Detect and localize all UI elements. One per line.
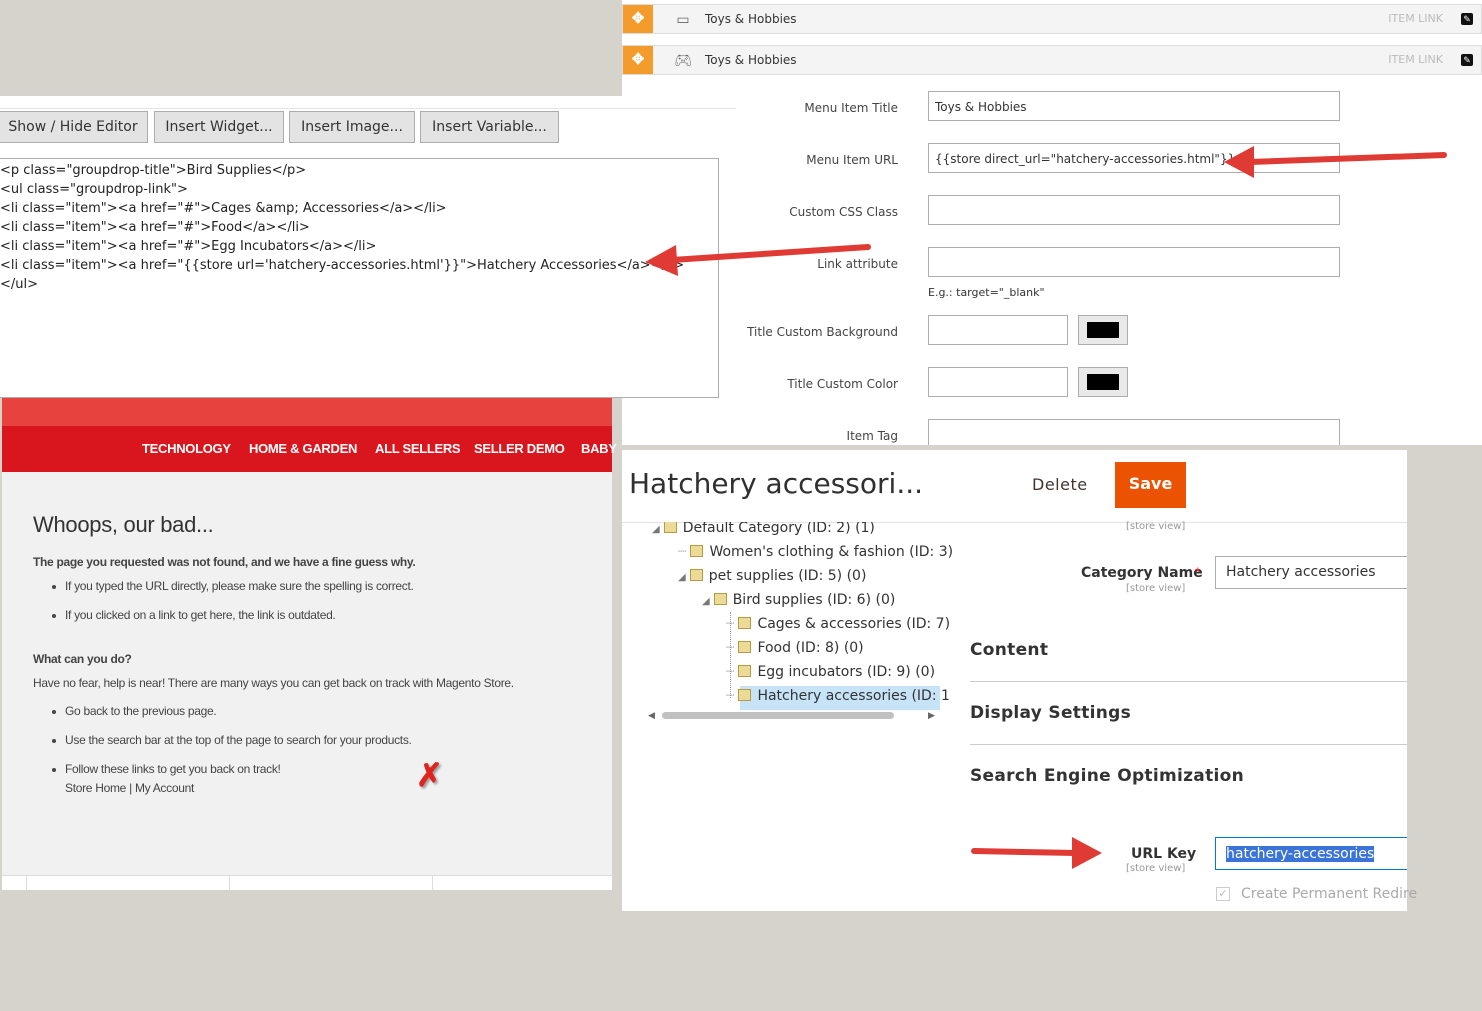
annotation-overlay	[645, 146, 1447, 869]
arrow-icon	[645, 244, 871, 276]
arrow-icon	[971, 837, 1102, 869]
arrow-icon	[1224, 146, 1447, 178]
